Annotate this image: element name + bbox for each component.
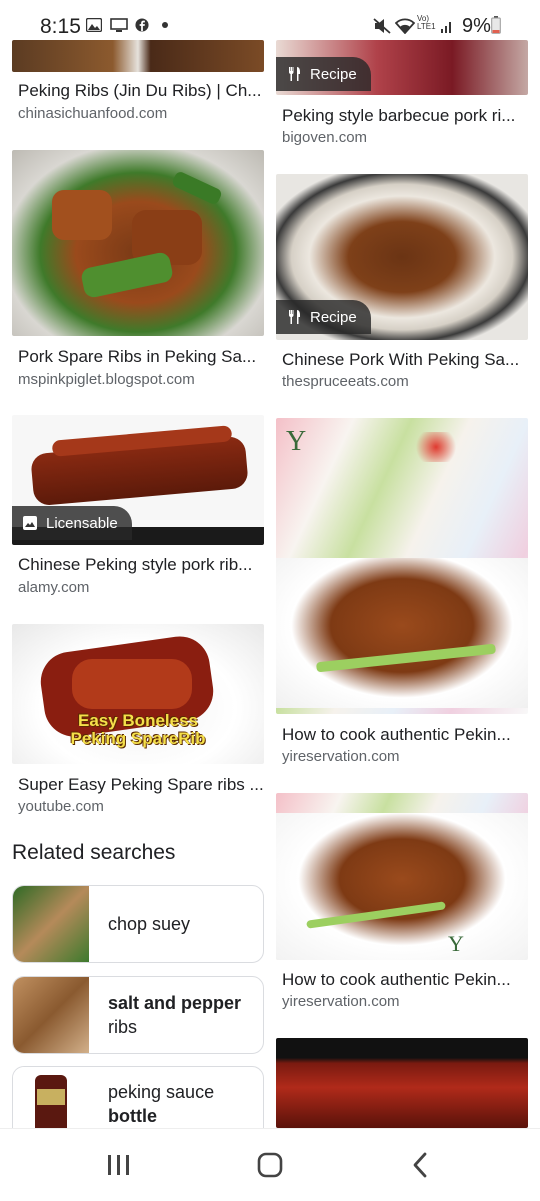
related-search-chip[interactable]: chop suey bbox=[12, 885, 264, 963]
related-text: chop suey bbox=[108, 914, 191, 934]
result-source[interactable]: yireservation.com bbox=[282, 748, 400, 765]
result-image[interactable] bbox=[276, 1038, 528, 1128]
related-text: ribs bbox=[108, 1017, 138, 1037]
recipe-badge: Recipe bbox=[276, 300, 371, 334]
related-search-chip[interactable]: peking sauce bottle bbox=[12, 1066, 264, 1129]
home-icon[interactable] bbox=[256, 1151, 284, 1179]
result-title[interactable]: Chinese Pork With Peking Sa... bbox=[282, 350, 532, 370]
result-image[interactable]: Y bbox=[276, 418, 528, 714]
result-title[interactable]: How to cook authentic Pekin... bbox=[282, 725, 532, 745]
result-title[interactable]: Peking style barbecue pork ri... bbox=[282, 106, 532, 126]
related-search-chip[interactable]: salt and pepper ribs bbox=[12, 976, 264, 1054]
fork-knife-icon bbox=[288, 67, 300, 81]
result-image[interactable]: Easy Boneless Peking SpareRib bbox=[12, 624, 264, 764]
related-text-bold: bottle bbox=[108, 1106, 157, 1126]
related-text: peking sauce bbox=[108, 1082, 215, 1102]
result-source[interactable]: mspinkpiglet.blogspot.com bbox=[18, 371, 195, 388]
battery-icon bbox=[491, 16, 501, 34]
result-source[interactable]: bigoven.com bbox=[282, 129, 367, 146]
image-icon bbox=[23, 516, 37, 530]
result-source[interactable]: alamy.com bbox=[18, 579, 89, 596]
related-thumbnail bbox=[13, 1067, 89, 1129]
battery-percent: 9% bbox=[462, 15, 491, 37]
result-title[interactable]: Super Easy Peking Spare ribs ... bbox=[18, 775, 268, 795]
recent-apps-icon[interactable] bbox=[106, 1153, 132, 1177]
yi-logo-icon: Y bbox=[448, 931, 464, 956]
overlay-line: Easy Boneless bbox=[77, 711, 198, 730]
related-text-bold: salt and pepper bbox=[108, 993, 242, 1013]
badge-label: Recipe bbox=[310, 308, 357, 326]
network-label: Vo) LTE1 bbox=[417, 14, 436, 31]
related-thumbnail bbox=[13, 886, 89, 962]
yi-logo-icon: Y bbox=[286, 426, 307, 457]
result-title[interactable]: Peking Ribs (Jin Du Ribs) | Ch... bbox=[18, 81, 268, 101]
wifi-icon bbox=[395, 18, 415, 34]
overlay-line: Peking SpareRib bbox=[70, 729, 206, 748]
result-image[interactable]: Recipe bbox=[276, 40, 528, 95]
screen-icon bbox=[110, 18, 128, 32]
licensable-badge: Licensable bbox=[12, 506, 132, 540]
result-image[interactable] bbox=[12, 40, 264, 72]
recipe-badge: Recipe bbox=[276, 57, 371, 91]
fork-knife-icon bbox=[288, 310, 300, 324]
dot-icon bbox=[162, 22, 168, 28]
facebook-icon bbox=[135, 18, 149, 32]
image-icon bbox=[86, 18, 102, 32]
clock: 8:15 bbox=[40, 15, 81, 38]
status-bar: 8:15 Vo) LTE1 9% bbox=[0, 0, 540, 40]
result-title[interactable]: How to cook authentic Pekin... bbox=[282, 970, 532, 990]
badge-label: Licensable bbox=[46, 514, 118, 532]
result-title[interactable]: Pork Spare Ribs in Peking Sa... bbox=[18, 347, 268, 367]
navigation-bar bbox=[0, 1128, 540, 1201]
related-thumbnail bbox=[13, 977, 89, 1053]
signal-icon bbox=[441, 22, 451, 33]
result-source[interactable]: thespruceeats.com bbox=[282, 373, 409, 390]
result-image[interactable]: Y bbox=[276, 793, 528, 960]
result-image[interactable] bbox=[12, 150, 264, 336]
result-source[interactable]: yireservation.com bbox=[282, 993, 400, 1010]
result-image[interactable]: Licensable bbox=[12, 415, 264, 545]
mute-icon bbox=[373, 18, 391, 34]
result-source[interactable]: youtube.com bbox=[18, 798, 104, 815]
result-title[interactable]: Chinese Peking style pork rib... bbox=[18, 555, 268, 575]
result-source[interactable]: chinasichuanfood.com bbox=[18, 105, 167, 122]
result-image[interactable]: Recipe bbox=[276, 174, 528, 340]
badge-label: Recipe bbox=[310, 65, 357, 83]
related-searches-heading: Related searches bbox=[12, 841, 176, 864]
back-icon[interactable] bbox=[410, 1151, 430, 1179]
